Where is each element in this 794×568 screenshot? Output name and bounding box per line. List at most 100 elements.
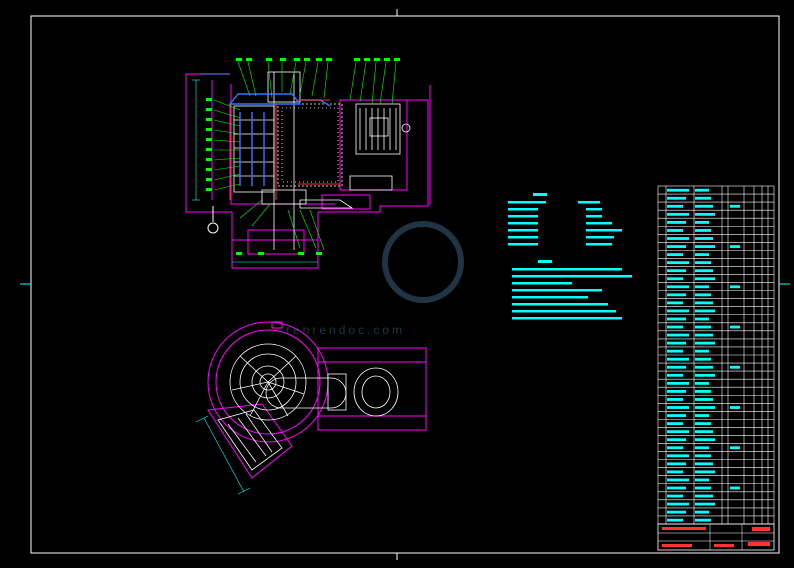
parts-list-code-mark bbox=[667, 221, 686, 224]
parts-list-name-mark bbox=[695, 301, 713, 305]
parts-list-name-mark bbox=[695, 349, 709, 353]
parts-list-note-mark bbox=[730, 245, 740, 248]
parts-list-name-mark bbox=[695, 229, 711, 232]
parts-list-name-mark bbox=[695, 406, 715, 409]
parts-list-name-mark bbox=[695, 309, 715, 313]
parts-list-code-mark bbox=[667, 293, 686, 297]
drawing-frame bbox=[20, 9, 790, 560]
parts-list-code-mark bbox=[667, 381, 689, 385]
parts-list-code-mark bbox=[667, 470, 683, 474]
parts-list-code-mark bbox=[667, 518, 683, 522]
parts-list-code-mark bbox=[667, 478, 689, 482]
parts-list-name-mark bbox=[695, 454, 711, 458]
parts-list-code-mark bbox=[667, 414, 686, 417]
parts-list-code-mark bbox=[667, 301, 683, 305]
parts-list-name-mark bbox=[695, 285, 709, 289]
parts-list-code-mark bbox=[667, 325, 683, 329]
parts-list-name-mark bbox=[695, 373, 715, 377]
cad-drawing: renrendoc.com bbox=[20, 9, 790, 560]
plan-housing bbox=[207, 321, 427, 479]
parts-list-name-mark bbox=[695, 277, 715, 281]
parts-list-code-mark bbox=[667, 398, 683, 401]
parts-list-code-mark bbox=[667, 438, 686, 442]
parts-list-name-mark bbox=[695, 196, 711, 200]
parts-list-code-mark bbox=[667, 510, 686, 514]
watermark-url: renrendoc.com bbox=[286, 323, 405, 337]
rotor-assembly bbox=[233, 71, 411, 250]
parts-list-code-mark bbox=[667, 269, 686, 273]
parts-list-code-mark bbox=[667, 446, 683, 450]
parts-list-name-mark bbox=[695, 212, 715, 216]
parts-list-code-mark bbox=[667, 261, 689, 265]
parts-list-name-mark bbox=[695, 333, 713, 337]
callout-numbers bbox=[206, 58, 400, 255]
parts-list-code-mark bbox=[667, 390, 686, 393]
parts-list-name-mark bbox=[695, 390, 711, 393]
parts-list-note-mark bbox=[730, 365, 740, 369]
parts-list-code-mark bbox=[667, 454, 689, 458]
parts-list-code-mark bbox=[667, 357, 689, 361]
parts-list-name-mark bbox=[695, 422, 711, 426]
parts-list-code-mark bbox=[667, 188, 689, 192]
parts-list-code-mark bbox=[667, 245, 686, 248]
drawing-sheet: renrendoc.com bbox=[0, 0, 794, 568]
watermark: renrendoc.com bbox=[286, 221, 464, 337]
parts-list-code-mark bbox=[667, 373, 683, 377]
parts-list-name-mark bbox=[695, 381, 709, 385]
parts-list-code-mark bbox=[667, 494, 683, 498]
parts-list-name-mark bbox=[695, 462, 713, 466]
parts-list-name-mark bbox=[695, 261, 711, 265]
lifting-hook-icon bbox=[207, 206, 219, 234]
parts-list-name-mark bbox=[695, 446, 709, 450]
parts-list-name-mark bbox=[695, 204, 713, 208]
parts-list-note-mark bbox=[730, 486, 740, 490]
technical-notes bbox=[508, 193, 632, 320]
parts-list-name-mark bbox=[695, 269, 713, 273]
parts-list-code-mark bbox=[667, 237, 689, 240]
parts-list-code-mark bbox=[667, 430, 689, 434]
parts-list-code-mark bbox=[667, 317, 686, 321]
parts-list-code-mark bbox=[667, 462, 686, 466]
parts-list-code-mark bbox=[667, 365, 686, 369]
parts-list-code-mark bbox=[667, 502, 689, 506]
plan-view bbox=[195, 321, 427, 495]
parts-list-code-mark bbox=[667, 285, 689, 289]
parts-list-code-mark bbox=[667, 486, 686, 490]
title-stamp bbox=[752, 527, 770, 531]
parts-list-name-mark bbox=[695, 494, 713, 498]
parts-list-code-mark bbox=[667, 277, 683, 281]
parts-list-name-mark bbox=[695, 365, 713, 369]
parts-list-name-mark bbox=[695, 510, 709, 514]
parts-list-note-mark bbox=[730, 446, 740, 450]
parts-list-note-mark bbox=[730, 204, 740, 208]
leader-lines bbox=[213, 61, 397, 251]
parts-list-name-mark bbox=[695, 188, 709, 192]
parts-list-note-mark bbox=[730, 325, 740, 329]
title-block bbox=[657, 523, 775, 551]
parts-list-code-mark bbox=[667, 406, 689, 409]
parts-list-code-mark bbox=[667, 341, 686, 345]
parts-list-code-mark bbox=[667, 212, 689, 216]
parts-list-code-mark bbox=[667, 196, 686, 200]
parts-list-code-mark bbox=[667, 309, 689, 313]
parts-list-name-mark bbox=[695, 317, 709, 321]
parts-list-name-mark bbox=[695, 245, 715, 248]
parts-list-name-mark bbox=[695, 221, 709, 224]
parts-list-name-mark bbox=[695, 438, 715, 442]
parts-list-name-mark bbox=[695, 293, 711, 297]
parts-list-name-mark bbox=[695, 486, 711, 490]
parts-list-table bbox=[657, 185, 775, 525]
parts-list-name-mark bbox=[695, 430, 713, 434]
parts-list-note-mark bbox=[730, 406, 740, 409]
parts-list-name-mark bbox=[695, 253, 709, 257]
parts-list-name-mark bbox=[695, 341, 715, 345]
plan-rotor bbox=[217, 343, 399, 471]
seal-lines bbox=[229, 99, 340, 200]
parts-list-name-mark bbox=[695, 478, 709, 482]
parts-list-name-mark bbox=[695, 414, 709, 417]
parts-list-name-mark bbox=[695, 237, 713, 240]
parts-list-name-mark bbox=[695, 325, 711, 329]
parts-list-name-mark bbox=[695, 470, 715, 474]
parts-list-name-mark bbox=[695, 398, 713, 401]
parts-list-name-mark bbox=[695, 502, 715, 506]
